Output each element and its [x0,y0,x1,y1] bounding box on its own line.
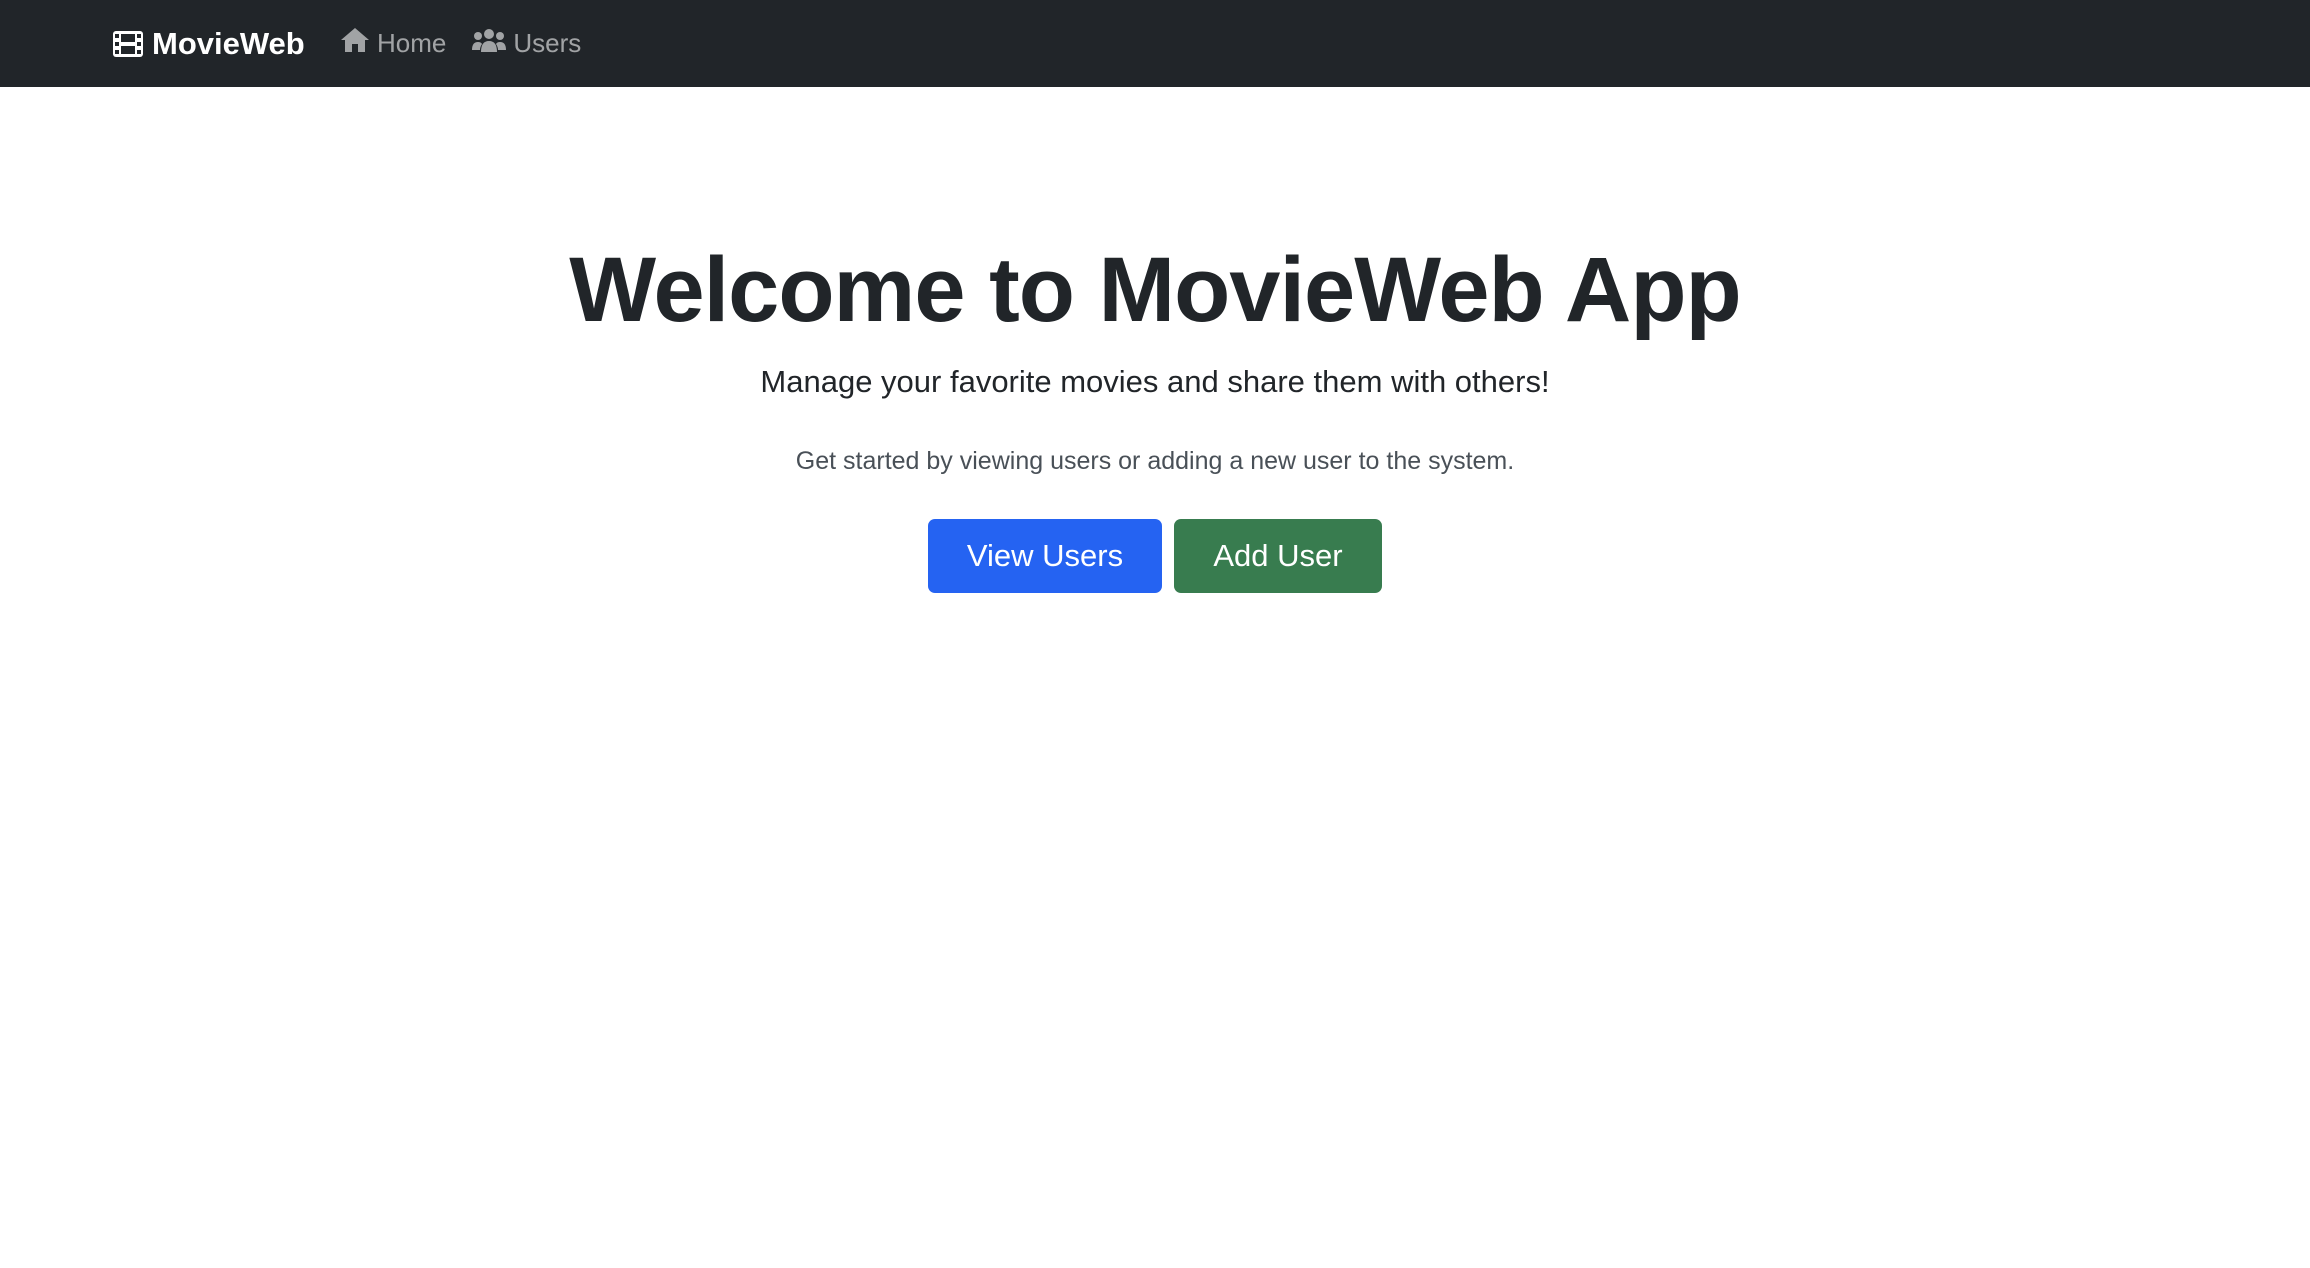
nav-item-label: Home [377,28,447,58]
brand-link[interactable]: MovieWeb [112,0,305,87]
instruction-text: Get started by viewing users or adding a… [795,447,1515,475]
lead-text: Manage your favorite movies and share th… [760,364,1550,399]
page-title: Welcome to MovieWeb App [569,239,1741,341]
nav-item-label: Users [513,28,582,58]
film-icon [112,28,144,60]
brand-label: MovieWeb [152,25,305,61]
view-users-button[interactable]: View Users [928,519,1162,593]
home-icon [340,26,370,61]
users-icon [472,26,507,61]
nav-item-users[interactable]: Users [472,26,581,61]
navbar: MovieWeb Home Users [0,0,2310,87]
nav-item-home[interactable]: Home [340,26,446,61]
nav-links: Home Users [340,0,607,87]
add-user-button[interactable]: Add User [1174,519,1382,593]
action-buttons: View Users Add User [0,519,2310,593]
